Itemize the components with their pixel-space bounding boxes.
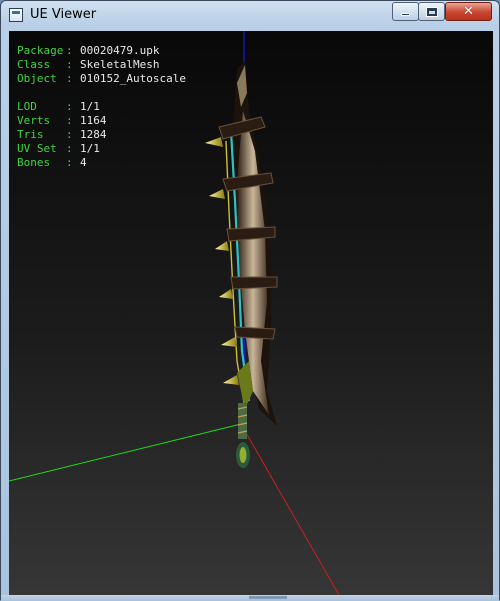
3d-viewport[interactable]: Package:00020479.upk Class: SkeletalMesh … [9,31,493,595]
info-row-verts: Verts:1164 [17,114,186,128]
verts-separator: : [66,114,73,127]
info-row-uvset: UV Set:1/1 [17,142,186,156]
object-value: 010152_Autoscale [80,72,186,85]
class-separator: : [66,58,73,71]
tris-value: 1284 [80,128,107,141]
package-separator: : [66,44,73,57]
mesh-info-overlay: Package:00020479.upk Class: SkeletalMesh … [17,44,186,170]
class-value: SkeletalMesh [80,58,160,71]
minimize-button[interactable] [392,2,419,21]
uvset-value: 1/1 [80,142,100,155]
close-button[interactable]: ✕ [445,2,492,21]
info-row-package: Package:00020479.upk [17,44,186,58]
uvset-separator: : [66,142,73,155]
info-row-class: Class: SkeletalMesh [17,58,186,72]
tris-label: Tris [17,128,44,141]
resize-grip[interactable] [249,596,287,599]
lod-label: LOD [17,100,37,113]
package-label: Package [17,44,64,57]
maximize-icon [426,7,437,16]
bones-label: Bones [17,156,51,169]
close-icon: ✕ [463,4,474,19]
object-label: Object [17,72,57,85]
maximize-button[interactable] [418,2,445,21]
verts-value: 1164 [80,114,107,127]
tris-separator: : [66,128,73,141]
info-row-bones: Bones:4 [17,156,186,170]
class-label: Class [17,58,51,71]
window-title: UE Viewer [30,7,97,22]
app-icon [9,8,23,22]
ue-viewer-window: UE Viewer ✕ Package: 00020479.upk Class… [0,0,500,601]
lod-separator: : [66,100,73,113]
minimize-icon [401,13,410,16]
sword-model [205,61,278,468]
bones-value: 4 [80,156,87,169]
title-bar[interactable]: UE Viewer ✕ [1,1,499,29]
y-axis-line [9,423,242,482]
x-axis-line [240,423,340,595]
info-row-tris: Tris:1284 [17,128,186,142]
info-row-lod: LOD:1/1 [17,100,186,114]
verts-label: Verts [17,114,51,127]
object-separator: : [66,72,73,85]
package-value: 00020479.upk [80,44,160,57]
uvset-label: UV Set [17,142,57,155]
lod-value: 1/1 [80,100,100,113]
info-row-object: Object:010152_Autoscale [17,72,186,86]
bones-separator: : [66,156,73,169]
